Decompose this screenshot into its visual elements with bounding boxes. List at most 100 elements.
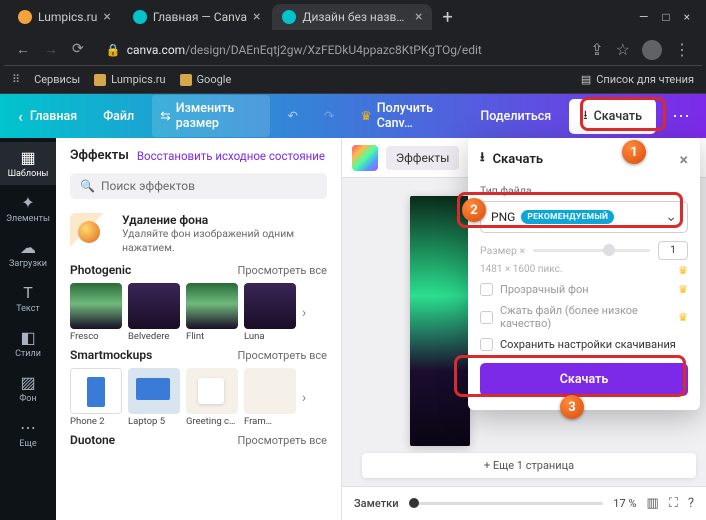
size-slider[interactable]	[533, 249, 650, 252]
help-icon[interactable]: ?	[688, 496, 694, 511]
dimensions-text: 1481 × 1600 пикс.	[480, 264, 562, 275]
effects-tab[interactable]: Эффекты	[386, 146, 459, 170]
close-icon[interactable]: ×	[415, 10, 422, 24]
tab-favicon	[133, 10, 147, 24]
effect-thumb[interactable]: Flint	[186, 283, 238, 342]
url-text: canva.com/design/DAEnEqtj2gw/XzFEDkU4ppa…	[127, 43, 482, 57]
close-icon[interactable]: ×	[103, 10, 110, 24]
bg-remove-title: Удаление фона	[122, 213, 327, 227]
minimize-icon[interactable]: —	[639, 10, 648, 24]
home-button[interactable]: Главная	[10, 101, 85, 132]
transparent-checkbox[interactable]: Прозрачный фон♛	[480, 283, 688, 296]
share-icon[interactable]: ⇪	[590, 40, 603, 59]
close-icon[interactable]: ×	[680, 150, 689, 169]
rail-styles[interactable]: ◧Стили	[0, 322, 56, 365]
browser-tab-active[interactable]: Дизайн без названия — 1481… ×	[272, 4, 432, 30]
rail-elements[interactable]: ✦Элементы	[0, 187, 56, 230]
window-controls: — □ ×	[639, 10, 698, 24]
tab-title: Lumpics.ru	[38, 10, 97, 24]
crown-icon: ♛	[678, 264, 688, 277]
color-picker[interactable]	[352, 145, 378, 171]
tab-title: Главная — Canva	[153, 10, 247, 24]
rail-text[interactable]: TТекст	[0, 277, 56, 320]
browser-tab[interactable]: Главная — Canva ×	[123, 4, 271, 30]
bg-remove-card[interactable]: Удаление фона Удаляйте фон изображений о…	[70, 213, 327, 255]
effect-thumb[interactable]: Laptop 5	[128, 368, 180, 427]
pages-icon[interactable]: ▥	[646, 496, 658, 511]
share-button[interactable]: Поделиться	[472, 103, 559, 130]
see-all-link[interactable]: Просмотреть все	[238, 349, 327, 362]
file-menu[interactable]: Файл	[95, 103, 142, 130]
effect-thumb[interactable]: Fresco	[70, 283, 122, 342]
effect-thumb[interactable]: Belvedere	[128, 283, 180, 342]
menu-icon[interactable]: ⋮	[674, 40, 690, 59]
lock-icon: 🔒	[106, 43, 121, 57]
filetype-value: PNG	[491, 210, 515, 224]
fullscreen-icon[interactable]: ⛶	[669, 496, 678, 511]
rail-uploads[interactable]: ☁Загрузки	[0, 232, 56, 275]
maximize-icon[interactable]: □	[662, 10, 669, 24]
reading-list[interactable]: ▤Список для чтения	[581, 73, 694, 86]
chevron-right-icon[interactable]: ›	[302, 390, 306, 406]
notes-button[interactable]: Заметки	[354, 497, 399, 510]
see-all-link[interactable]: Просмотреть все	[238, 264, 327, 277]
bookmark-google[interactable]: Google	[180, 73, 232, 86]
apps-icon[interactable]: ⠿	[12, 73, 20, 86]
popover-title: Скачать	[493, 152, 544, 167]
reset-link[interactable]: Восстановить исходное состояние	[137, 149, 325, 163]
get-canva-button[interactable]: ♛Получить Canv…	[352, 95, 462, 137]
reload-icon[interactable]: ⟳	[72, 41, 84, 58]
download-confirm-button[interactable]: Скачать	[480, 363, 688, 396]
close-window-icon[interactable]: ×	[684, 10, 690, 24]
side-rail: ▦Шаблоны ✦Элементы ☁Загрузки TТекст ◧Сти…	[0, 138, 56, 520]
bg-remove-desc: Удаляйте фон изображений одним нажатием.	[122, 227, 327, 254]
download-icon: ⭳	[480, 148, 485, 170]
browser-tab[interactable]: Lumpics.ru ×	[8, 4, 121, 30]
text-icon: T	[2, 283, 54, 302]
new-tab-button[interactable]: +	[434, 7, 460, 28]
canvas-preview[interactable]	[410, 196, 470, 446]
bookmark-lumpics[interactable]: Lumpics.ru	[94, 73, 165, 86]
search-input[interactable]: 🔍 Поиск эффектов	[70, 173, 327, 199]
add-page-button[interactable]: + Еще 1 страница	[362, 453, 696, 478]
back-icon[interactable]: ←	[16, 41, 30, 58]
download-button[interactable]: ⭳Скачать	[569, 99, 656, 134]
resize-button[interactable]: ⇆Изменить размер	[152, 95, 269, 137]
compress-checkbox[interactable]: Сжать файл (более низкое качество)♛	[480, 304, 688, 330]
tab-title: Дизайн без названия — 1481…	[302, 10, 409, 24]
profile-icon[interactable]	[642, 40, 662, 60]
annotation-marker-3: 3	[560, 395, 584, 419]
undo-button[interactable]: ↶	[280, 102, 306, 130]
more-button[interactable]: ⋯	[666, 106, 696, 127]
zoom-slider[interactable]	[409, 502, 604, 505]
bookmark-services[interactable]: Сервисы	[34, 73, 80, 86]
rail-templates[interactable]: ▦Шаблоны	[0, 142, 56, 185]
zoom-value[interactable]: 17 %	[613, 497, 636, 510]
effect-thumb[interactable]: Greeting car…	[186, 368, 238, 427]
see-all-link[interactable]: Просмотреть все	[238, 434, 327, 447]
search-icon: 🔍	[80, 179, 95, 193]
category-duotone: Duotone	[70, 433, 115, 447]
forward-icon[interactable]: →	[44, 41, 58, 58]
download-icon: ⭳	[583, 106, 587, 127]
uploads-icon: ☁	[2, 238, 54, 257]
tab-favicon	[282, 10, 296, 24]
close-icon[interactable]: ×	[253, 10, 260, 24]
effect-thumb[interactable]: Fram…	[244, 368, 296, 427]
chevron-right-icon[interactable]: ›	[302, 305, 306, 321]
filetype-select[interactable]: PNG РЕКОМЕНДУЕМЫЙ	[480, 201, 688, 233]
crown-icon: ♛	[678, 311, 688, 324]
panel-title: Эффекты	[70, 148, 129, 163]
size-value[interactable]: 1	[658, 241, 688, 260]
address-bar: ← → ⟳ 🔒 canva.com/design/DAEnEqtj2gw/XzF…	[4, 34, 702, 66]
slider-handle[interactable]	[409, 498, 419, 508]
save-settings-checkbox[interactable]: Сохранить настройки скачивания	[480, 338, 688, 351]
rail-more[interactable]: ⋯Еще	[0, 412, 56, 455]
slider-handle[interactable]	[603, 244, 615, 256]
effect-thumb[interactable]: Luna	[244, 283, 296, 342]
redo-button[interactable]: ↷	[316, 102, 342, 130]
rail-background[interactable]: ▨Фон	[0, 367, 56, 410]
effect-thumb[interactable]: Phone 2	[70, 368, 122, 427]
url-field[interactable]: 🔒 canva.com/design/DAEnEqtj2gw/XzFEDkU4p…	[96, 39, 579, 61]
star-icon[interactable]: ☆	[616, 40, 630, 59]
